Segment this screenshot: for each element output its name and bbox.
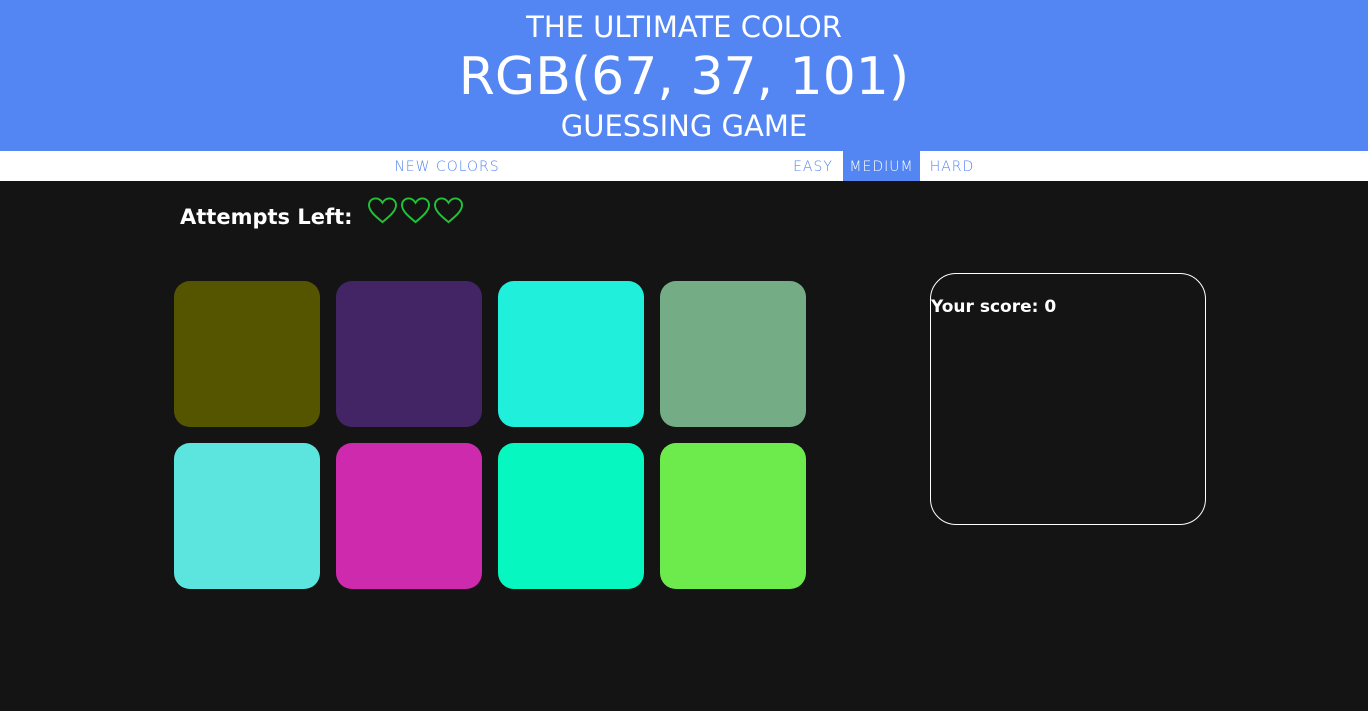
color-square[interactable] xyxy=(336,443,482,589)
color-square[interactable] xyxy=(174,281,320,427)
attempts-label: Attempts Left: xyxy=(180,205,353,229)
title-bottom: GUESSING GAME xyxy=(560,109,808,143)
color-square[interactable] xyxy=(336,281,482,427)
color-square[interactable] xyxy=(660,443,806,589)
mode-hard-button[interactable]: HARD xyxy=(924,151,980,181)
color-square[interactable] xyxy=(498,443,644,589)
score-text: Your score: 0 xyxy=(931,297,1057,317)
mode-medium-button[interactable]: MEDIUM xyxy=(843,151,920,181)
rgb-target-display: RGB(67, 37, 101) xyxy=(458,47,910,107)
hearts-container xyxy=(367,196,466,224)
color-square[interactable] xyxy=(174,443,320,589)
mode-easy-button[interactable]: EASY xyxy=(787,151,839,181)
attempts-indicator: Attempts Left: xyxy=(180,197,466,229)
heart-outline-icon xyxy=(400,196,431,224)
color-square[interactable] xyxy=(660,281,806,427)
heart-outline-icon xyxy=(433,196,464,224)
heart-outline-icon xyxy=(367,196,398,224)
title-top: THE ULTIMATE COLOR xyxy=(526,10,842,44)
color-square[interactable] xyxy=(498,281,644,427)
score-panel: Your score: 0 xyxy=(930,273,1206,525)
header: THE ULTIMATE COLOR RGB(67, 37, 101) GUES… xyxy=(0,0,1368,151)
new-colors-button[interactable]: NEW COLORS xyxy=(392,151,502,181)
control-bar: NEW COLORS EASY MEDIUM HARD xyxy=(0,151,1368,181)
color-squares-grid xyxy=(174,281,806,589)
